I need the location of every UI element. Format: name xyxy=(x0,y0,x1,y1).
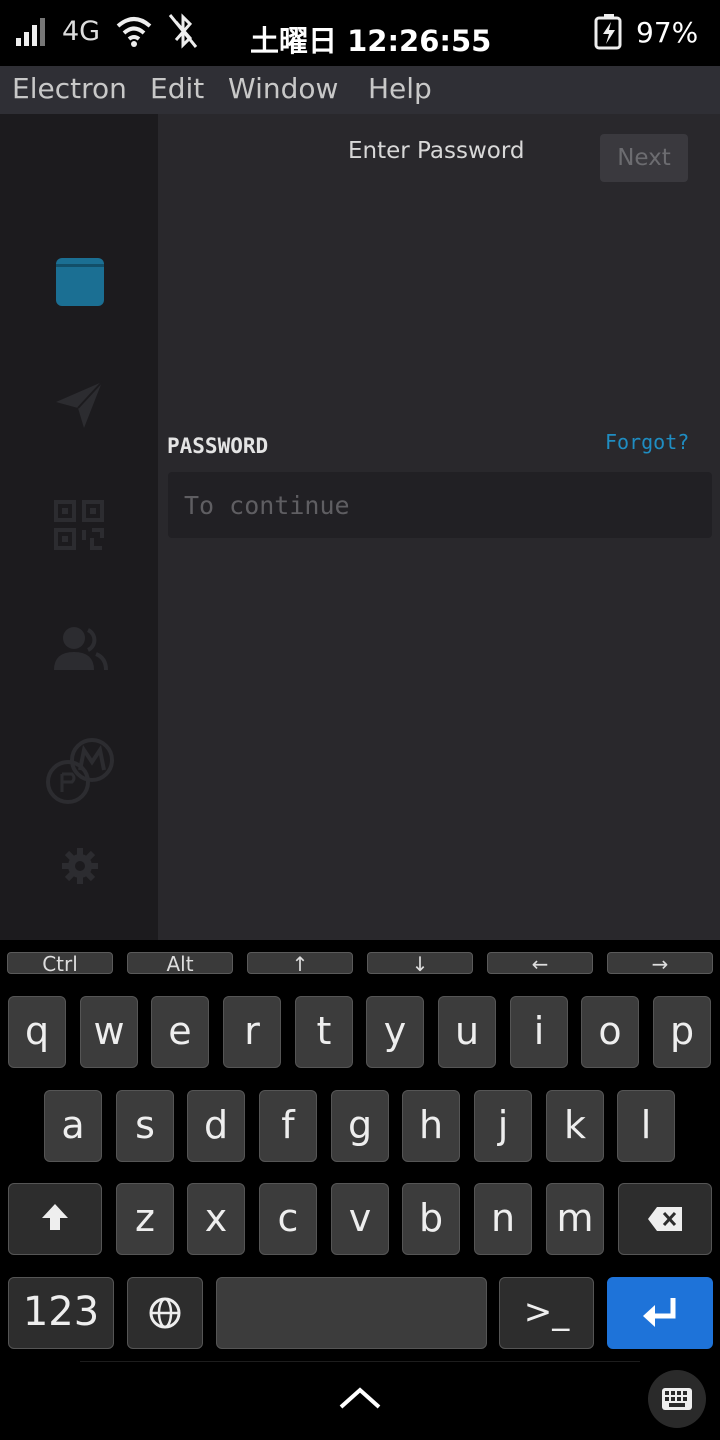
key-b[interactable]: b xyxy=(402,1183,460,1255)
key-v[interactable]: v xyxy=(331,1183,389,1255)
keyboard-icon xyxy=(662,1388,692,1410)
key-i[interactable]: i xyxy=(510,996,568,1068)
sidebar xyxy=(0,114,158,940)
password-input[interactable] xyxy=(168,472,712,538)
clock: 土曜日 12:26:55 xyxy=(250,24,492,58)
menu-window[interactable]: Window xyxy=(228,72,338,105)
send-icon[interactable] xyxy=(52,376,108,432)
onscreen-keyboard: Ctrl Alt ↑ ↓ ← → q w e r t y u i o p a s… xyxy=(0,940,720,1440)
key-arrow-down[interactable]: ↓ xyxy=(367,952,473,975)
key-alt[interactable]: Alt xyxy=(127,952,233,975)
key-r[interactable]: r xyxy=(223,996,281,1068)
key-f[interactable]: f xyxy=(259,1090,317,1162)
key-d[interactable]: d xyxy=(187,1090,245,1162)
language-key[interactable] xyxy=(127,1277,203,1349)
key-q[interactable]: q xyxy=(8,996,66,1068)
key-arrow-left[interactable]: ← xyxy=(487,952,593,975)
gear-icon[interactable] xyxy=(60,846,100,886)
key-u[interactable]: u xyxy=(438,996,496,1068)
contacts-icon[interactable] xyxy=(52,620,108,676)
key-j[interactable]: j xyxy=(474,1090,532,1162)
enter-icon xyxy=(643,1298,676,1327)
key-z[interactable]: z xyxy=(116,1183,174,1255)
key-o[interactable]: o xyxy=(581,996,639,1068)
key-s[interactable]: s xyxy=(116,1090,174,1162)
nav-divider xyxy=(80,1361,640,1362)
key-n[interactable]: n xyxy=(474,1183,532,1255)
key-c[interactable]: c xyxy=(259,1183,317,1255)
network-type: 4G xyxy=(62,16,101,47)
coins-icon[interactable] xyxy=(44,734,116,806)
menu-help[interactable]: Help xyxy=(368,72,432,105)
backspace-icon xyxy=(648,1207,682,1231)
globe-icon xyxy=(149,1297,181,1329)
chevron-up-icon[interactable] xyxy=(338,1385,382,1411)
key-x[interactable]: x xyxy=(187,1183,245,1255)
key-p[interactable]: p xyxy=(653,996,711,1068)
battery-percent: 97% xyxy=(636,16,699,49)
menu-edit[interactable]: Edit xyxy=(150,72,204,105)
enter-key[interactable] xyxy=(607,1277,713,1349)
forgot-link[interactable]: Forgot? xyxy=(605,430,689,454)
menu-bar: Electron Edit Window Help xyxy=(0,66,720,114)
wifi-icon xyxy=(116,17,152,47)
key-l[interactable]: l xyxy=(617,1090,675,1162)
password-label: PASSWORD xyxy=(167,434,269,458)
backspace-key[interactable] xyxy=(618,1183,712,1255)
menu-electron[interactable]: Electron xyxy=(12,72,127,105)
terminal-key[interactable]: >_ xyxy=(499,1277,594,1349)
main-panel: Enter Password Next PASSWORD Forgot? xyxy=(158,114,720,940)
status-bar: 4G 土曜日 12:26:55 97% xyxy=(0,0,720,66)
page-title: Enter Password xyxy=(348,138,525,164)
key-t[interactable]: t xyxy=(295,996,353,1068)
space-key[interactable] xyxy=(216,1277,487,1349)
bluetooth-off-icon xyxy=(168,13,198,49)
key-arrow-up[interactable]: ↑ xyxy=(247,952,353,975)
numbers-key[interactable]: 123 xyxy=(8,1277,114,1349)
key-a[interactable]: a xyxy=(44,1090,102,1162)
shift-key[interactable] xyxy=(8,1183,102,1255)
signal-icon xyxy=(16,18,45,46)
key-g[interactable]: g xyxy=(331,1090,389,1162)
key-w[interactable]: w xyxy=(80,996,138,1068)
battery-charging-icon xyxy=(594,14,622,50)
key-y[interactable]: y xyxy=(366,996,424,1068)
key-h[interactable]: h xyxy=(402,1090,460,1162)
next-button[interactable]: Next xyxy=(600,134,688,182)
shift-icon xyxy=(42,1204,68,1230)
key-arrow-right[interactable]: → xyxy=(607,952,713,975)
key-m[interactable]: m xyxy=(546,1183,604,1255)
key-k[interactable]: k xyxy=(546,1090,604,1162)
wallet-icon[interactable] xyxy=(52,254,108,310)
keyboard-toggle-button[interactable] xyxy=(648,1370,706,1428)
qr-code-icon[interactable] xyxy=(52,498,108,554)
key-e[interactable]: e xyxy=(151,996,209,1068)
key-ctrl[interactable]: Ctrl xyxy=(7,952,113,975)
